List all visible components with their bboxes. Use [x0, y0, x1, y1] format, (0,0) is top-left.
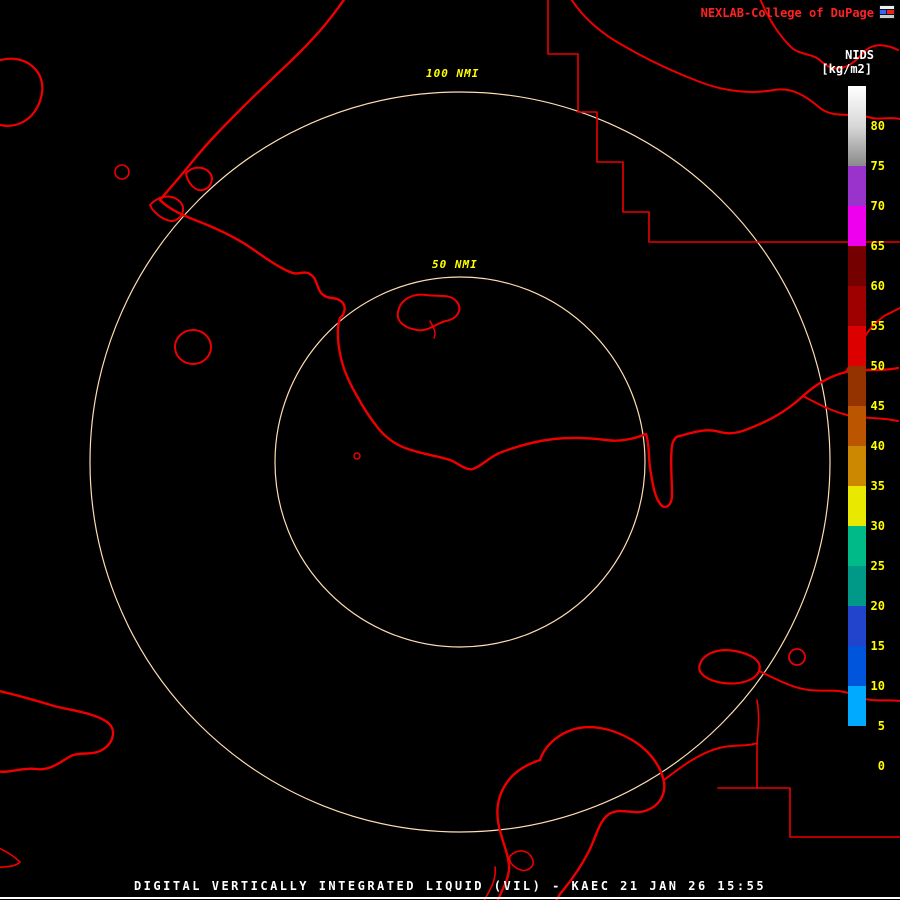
colorbar	[848, 86, 866, 806]
island-center-hook	[429, 320, 436, 339]
colorbar-tick-label: 65	[870, 239, 885, 253]
colorbar-segment	[848, 166, 866, 206]
island-east	[698, 649, 761, 685]
island-center-north	[396, 293, 461, 332]
bottom-divider	[0, 897, 900, 899]
colorbar-tick-label: 60	[870, 279, 885, 293]
colorbar-tick-label: 50	[870, 359, 885, 373]
legend-title: NIDS	[845, 48, 874, 62]
island-nw-2	[185, 166, 213, 192]
colorbar-segment	[848, 486, 866, 526]
colorbar-segment	[848, 526, 866, 566]
colorbar-tick-label: 10	[870, 679, 885, 693]
colorbar-tick-label: 75	[870, 159, 885, 173]
colorbar-segment	[848, 646, 866, 686]
colorbar-tick-label: 15	[870, 639, 885, 653]
colorbar-tick-label: 25	[870, 559, 885, 573]
colorbar-segment	[848, 206, 866, 246]
colorbar-tick-label: 40	[870, 439, 885, 453]
range-ring-label-50nmi: 50 NMI	[430, 258, 480, 271]
range-ring-label-100nmi: 100 NMI	[424, 67, 482, 80]
radar-map-canvas	[0, 0, 900, 900]
island-nw-1	[149, 195, 184, 222]
colorbar-tick-label: 45	[870, 399, 885, 413]
colorbar-segment	[848, 606, 866, 646]
colorbar-ticks: 80 75 70 65 60 55 50 45 40 35 30 25 20 15 10 5 0	[869, 86, 885, 806]
range-ring-100nmi	[89, 91, 831, 833]
coastline-main	[158, 0, 900, 509]
legend-units: [kg/m2]	[821, 62, 872, 76]
islet-center	[353, 452, 361, 460]
colorbar-segment	[848, 726, 866, 766]
peninsula-sw	[0, 690, 115, 773]
colorbar-segment	[848, 126, 866, 166]
lagoon-east-shore	[538, 725, 666, 900]
colorbar-segment	[848, 406, 866, 446]
cod-logo-icon[interactable]	[878, 3, 896, 21]
colorbar-segment	[848, 286, 866, 326]
islet-east	[788, 648, 806, 666]
colorbar-tick-label: 0	[877, 759, 885, 773]
radar-viewer: NEXLAB-College of DuPage NIDS [kg/m2] 80…	[0, 0, 900, 900]
colorbar-tick-label: 80	[870, 119, 885, 133]
island-top-left	[0, 57, 44, 127]
colorbar-segment	[848, 446, 866, 486]
colorbar-tick-label: 5	[877, 719, 885, 733]
colorbar-tick-label: 30	[870, 519, 885, 533]
colorbar-tick-label: 35	[870, 479, 885, 493]
border-east-vertical	[756, 699, 760, 744]
coast-sw-small	[0, 847, 21, 869]
colorbar-tick-label: 70	[870, 199, 885, 213]
colorbar-segment	[848, 326, 866, 366]
colorbar-segment	[848, 86, 866, 126]
colorbar-segment	[848, 566, 866, 606]
colorbar-tick-label: 20	[870, 599, 885, 613]
colorbar-segment	[848, 686, 866, 726]
lake-ring-west	[174, 329, 212, 365]
brand-link[interactable]: NEXLAB-College of DuPage	[701, 6, 874, 20]
range-ring-50nmi	[274, 276, 646, 648]
colorbar-segment	[848, 246, 866, 286]
colorbar-segment	[848, 766, 866, 806]
product-title: DIGITAL VERTICALLY INTEGRATED LIQUID (VI…	[133, 879, 767, 893]
colorbar-segment	[848, 366, 866, 406]
islet-small-nw	[114, 164, 130, 180]
colorbar-tick-label: 55	[870, 319, 885, 333]
lagoon-inner	[508, 850, 534, 872]
